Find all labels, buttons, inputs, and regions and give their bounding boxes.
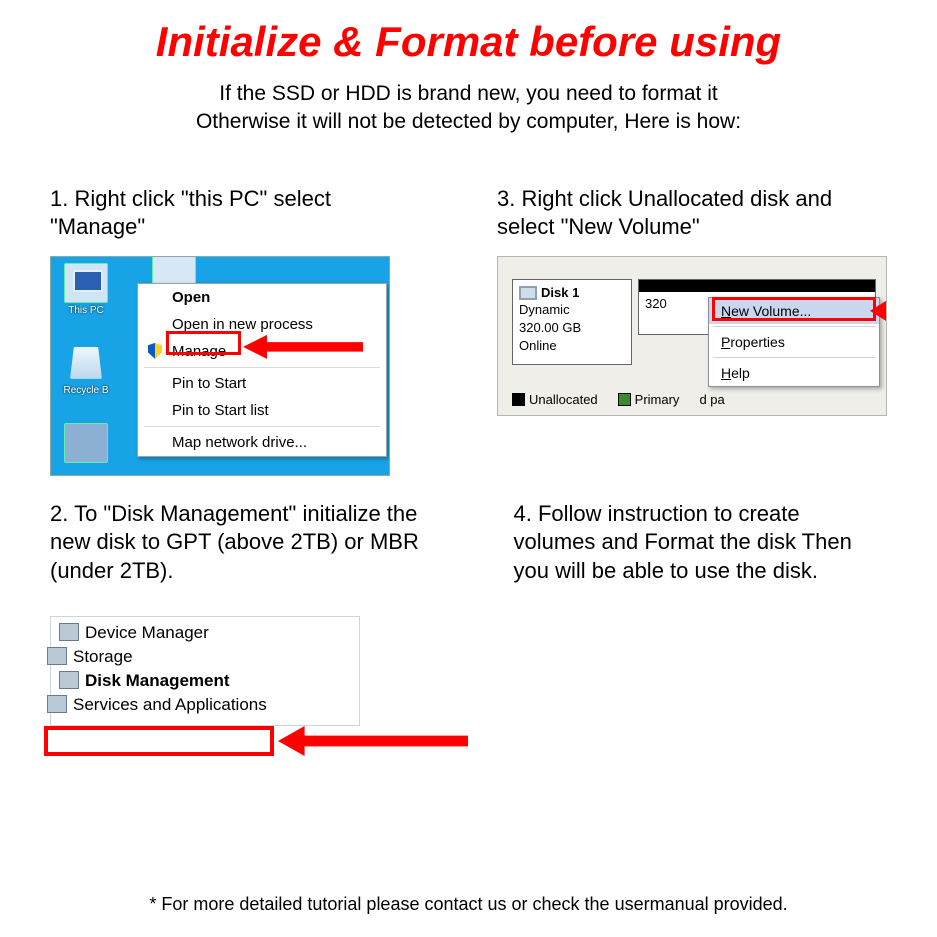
- highlight-box-icon: [712, 297, 876, 321]
- legend-cut-text: d pa: [699, 392, 724, 407]
- menu-item-open-new-process[interactable]: Open in new process: [138, 311, 386, 338]
- tree-label: Services and Applications: [73, 695, 267, 714]
- screenshot-desktop-context-menu: This PC Recycle B Open Open in new proce…: [50, 256, 390, 476]
- tree-label: Device Manager: [85, 623, 209, 642]
- highlight-box-icon: [44, 726, 274, 756]
- disk-label: Disk 1: [541, 285, 579, 300]
- tree-item-storage[interactable]: Storage: [55, 645, 355, 669]
- context-menu: Open Open in new process Manage Pin to S…: [137, 283, 387, 457]
- device-manager-icon: [59, 623, 79, 641]
- tree-item-device-manager[interactable]: Device Manager: [55, 621, 355, 645]
- monitor-icon: [64, 263, 108, 303]
- screenshot-management-tree: Device Manager Storage Disk Management S…: [50, 616, 360, 726]
- legend-label: Primary: [635, 392, 680, 407]
- desktop-icon-recycle-bin[interactable]: Recycle B: [59, 343, 113, 396]
- disk-management-icon: [59, 671, 79, 689]
- menu-item-help[interactable]: Help: [709, 360, 879, 386]
- tree-label: Disk Management: [85, 671, 230, 690]
- footnote: * For more detailed tutorial please cont…: [0, 894, 937, 915]
- recycle-bin-icon: [64, 343, 108, 383]
- desktop-icon-label: This PC: [68, 305, 104, 316]
- disk-icon: [519, 286, 537, 300]
- menu-item-map-network-drive[interactable]: Map network drive...: [138, 429, 386, 456]
- arrow-left-icon: [278, 726, 468, 756]
- tree-item-services[interactable]: Services and Applications: [55, 693, 355, 717]
- legend-swatch-icon: [512, 393, 525, 406]
- screenshot-disk-management-volume: Disk 1 Dynamic 320.00 GB Online 320 Unal…: [497, 256, 887, 416]
- page-title: Initialize & Format before using: [0, 0, 937, 66]
- desktop-icon-this-pc[interactable]: This PC: [59, 263, 113, 316]
- tree-label: Storage: [73, 647, 133, 666]
- storage-icon: [47, 647, 67, 665]
- menu-item-properties[interactable]: Properties: [709, 329, 879, 355]
- menu-item-pin-start-list[interactable]: Pin to Start list: [138, 397, 386, 424]
- menu-item-pin-start[interactable]: Pin to Start: [138, 370, 386, 397]
- services-icon: [47, 695, 67, 713]
- menu-separator: [713, 357, 875, 358]
- subtitle-line: Otherwise it will not be detected by com…: [196, 110, 741, 133]
- disk-type: Dynamic: [519, 302, 570, 317]
- menu-separator: [144, 367, 380, 368]
- subtitle-line: If the SSD or HDD is brand new, you need…: [219, 82, 717, 105]
- step-2-text: 2. To "Disk Management" initialize the n…: [50, 500, 424, 586]
- step-3-text: 3. Right click Unallocated disk and sele…: [497, 185, 887, 242]
- disk-info-panel[interactable]: Disk 1 Dynamic 320.00 GB Online: [512, 279, 632, 365]
- step-4-text: 4. Follow instruction to create volumes …: [514, 500, 888, 586]
- folder-icon: [64, 423, 108, 463]
- menu-separator: [713, 326, 875, 327]
- legend-swatch-icon: [618, 393, 631, 406]
- tree-item-disk-management[interactable]: Disk Management: [55, 669, 355, 693]
- menu-item-open[interactable]: Open: [138, 284, 386, 311]
- disk-size: 320.00 GB: [519, 320, 581, 335]
- legend: Unallocated Primary d pa: [512, 392, 725, 407]
- step-1-text: 1. Right click "this PC" select "Manage": [50, 185, 407, 242]
- legend-label: Unallocated: [529, 392, 598, 407]
- menu-separator: [144, 426, 380, 427]
- desktop-icon-label: Recycle B: [63, 385, 108, 396]
- desktop-icon-generic[interactable]: [59, 423, 113, 465]
- disk-status: Online: [519, 338, 557, 353]
- unallocated-bar: [639, 280, 875, 292]
- subtitle: If the SSD or HDD is brand new, you need…: [0, 80, 937, 137]
